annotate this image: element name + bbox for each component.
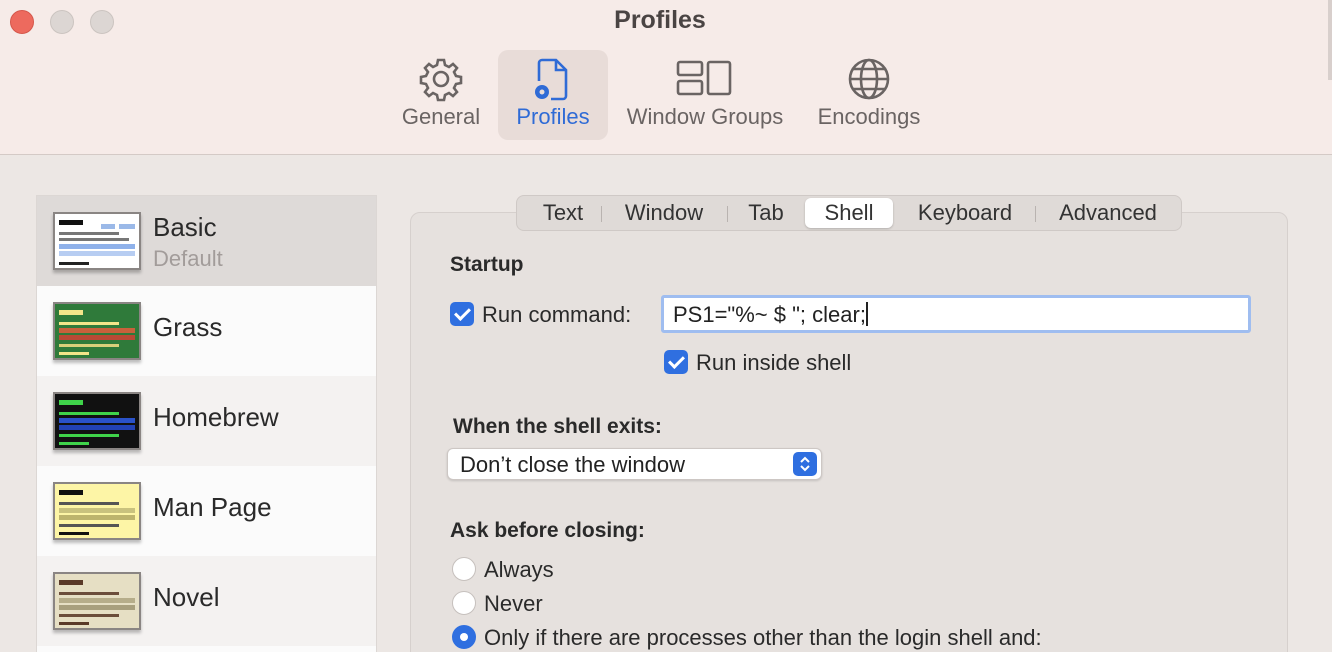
gear-icon — [419, 58, 463, 102]
window-toolbar: Profiles General Profiles Window Groups … — [0, 0, 1332, 155]
ask-always-radio[interactable] — [452, 557, 476, 581]
toolbar-profiles-button[interactable]: Profiles — [498, 50, 608, 140]
window-edge — [1328, 0, 1332, 80]
profile-name: Homebrew — [153, 402, 279, 432]
profile-list[interactable]: Basic Default Grass Homebrew Man Page No… — [36, 195, 377, 652]
globe-icon — [848, 58, 890, 100]
profile-name: Novel — [153, 582, 220, 612]
settings-tab-bar: Text Window Tab Shell Keyboard Advanced — [516, 195, 1182, 231]
tab-divider — [601, 206, 602, 222]
toolbar-general-label: General — [401, 104, 481, 129]
run-inside-shell-label: Run inside shell — [696, 350, 852, 375]
tab-divider — [1035, 206, 1036, 222]
toolbar-profiles-label: Profiles — [516, 104, 590, 129]
shell-exit-select[interactable]: Don’t close the window — [447, 448, 822, 480]
ask-always-label: Always — [484, 557, 554, 582]
profiles-icon — [535, 58, 568, 101]
toolbar-window-groups-label: Window Groups — [626, 104, 784, 129]
tab-text[interactable]: Text — [525, 198, 601, 228]
profile-default-label: Default — [153, 246, 223, 271]
run-inside-shell-checkbox[interactable] — [664, 350, 688, 374]
profile-thumbnail-man-page — [53, 482, 141, 540]
tab-tab[interactable]: Tab — [731, 198, 801, 228]
toolbar-encodings-label: Encodings — [817, 104, 921, 129]
window-title: Profiles — [614, 6, 706, 34]
toolbar-encodings-button[interactable]: Encodings — [808, 50, 930, 140]
ask-never-label: Never — [484, 591, 543, 616]
profile-item-man-page[interactable]: Man Page — [37, 466, 376, 556]
run-command-label: Run command: — [482, 302, 632, 327]
tab-window[interactable]: Window — [609, 198, 719, 228]
profile-thumbnail-basic — [53, 212, 141, 270]
profile-item-grass[interactable]: Grass — [37, 286, 376, 376]
profile-item-novel[interactable]: Novel — [37, 556, 376, 646]
ask-never-radio[interactable] — [452, 591, 476, 615]
profile-name: Grass — [153, 312, 223, 342]
startup-heading: Startup — [450, 253, 524, 276]
profile-thumbnail-novel — [53, 572, 141, 630]
toolbar-window-groups-button[interactable]: Window Groups — [618, 50, 792, 140]
profile-item-basic[interactable]: Basic Default — [37, 196, 376, 286]
run-command-value: PS1="%~ $ "; clear; — [673, 302, 866, 327]
tab-advanced[interactable]: Advanced — [1041, 198, 1175, 228]
run-command-checkbox[interactable] — [450, 302, 474, 326]
tab-shell[interactable]: Shell — [805, 198, 893, 228]
profile-name: Basic — [153, 212, 217, 242]
profile-thumbnail-grass — [53, 302, 141, 360]
ask-processes-radio[interactable] — [452, 625, 476, 649]
tab-keyboard[interactable]: Keyboard — [901, 198, 1029, 228]
chevron-updown-icon — [793, 452, 817, 476]
profile-thumbnail-homebrew — [53, 392, 141, 450]
profile-name: Man Page — [153, 492, 272, 522]
profile-item-homebrew[interactable]: Homebrew — [37, 376, 376, 466]
text-caret — [865, 302, 868, 326]
toolbar-general-button[interactable]: General — [394, 50, 488, 140]
ask-processes-label: Only if there are processes other than t… — [484, 625, 1042, 650]
shell-exit-heading: When the shell exits: — [453, 415, 662, 438]
window-groups-icon — [676, 60, 732, 96]
tab-divider — [727, 206, 728, 222]
ask-closing-heading: Ask before closing: — [450, 519, 645, 542]
run-command-input[interactable]: PS1="%~ $ "; clear; — [661, 295, 1251, 333]
shell-exit-value: Don’t close the window — [460, 452, 686, 477]
